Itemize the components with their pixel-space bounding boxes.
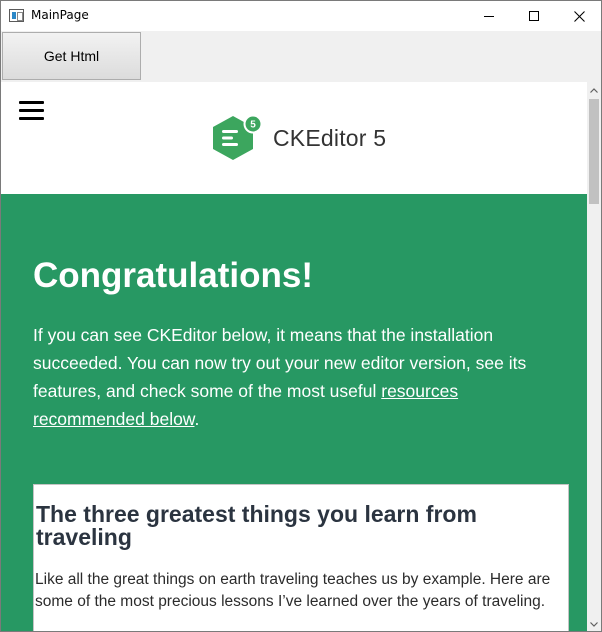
app-icon: [9, 9, 24, 22]
minimize-icon: [484, 15, 494, 17]
logo-text: CKEditor 5: [273, 125, 387, 151]
scroll-thumb[interactable]: [589, 99, 599, 204]
toolbar: Get Html: [1, 31, 601, 82]
close-icon: [573, 10, 585, 22]
close-button[interactable]: [556, 1, 601, 31]
ckeditor-logo-icon: 5: [213, 114, 263, 160]
window-title: MainPage: [31, 8, 89, 22]
page-title: Congratulations!: [33, 256, 313, 295]
get-html-button[interactable]: Get Html: [2, 32, 141, 80]
editor-paragraph[interactable]: Like all the great things on earth trave…: [35, 569, 569, 613]
editor-heading[interactable]: The three greatest things you learn from…: [36, 503, 566, 549]
hero-section: Congratulations! If you can see CKEditor…: [1, 194, 587, 631]
maximize-button[interactable]: [511, 1, 557, 31]
logo-badge: 5: [250, 120, 256, 131]
title-bar: MainPage: [1, 1, 601, 31]
web-content: 5 CKEditor 5 Congratulations! If you can…: [1, 82, 587, 631]
minimize-button[interactable]: [466, 1, 512, 31]
intro-paragraph: If you can see CKEditor below, it means …: [33, 321, 553, 433]
chevron-up-icon: [590, 87, 598, 93]
scroll-up-button[interactable]: [587, 82, 601, 98]
editor-area[interactable]: The three greatest things you learn from…: [33, 484, 569, 631]
app-window: MainPage Get Html 5 CKEditor 5 Congratul…: [0, 0, 602, 632]
page-header: 5 CKEditor 5: [1, 82, 587, 194]
hamburger-icon[interactable]: [19, 101, 44, 121]
maximize-icon: [529, 11, 539, 21]
vertical-scrollbar[interactable]: [587, 82, 601, 631]
chevron-down-icon: [590, 621, 598, 627]
intro-text-end: .: [194, 409, 200, 429]
scroll-down-button[interactable]: [587, 616, 601, 631]
